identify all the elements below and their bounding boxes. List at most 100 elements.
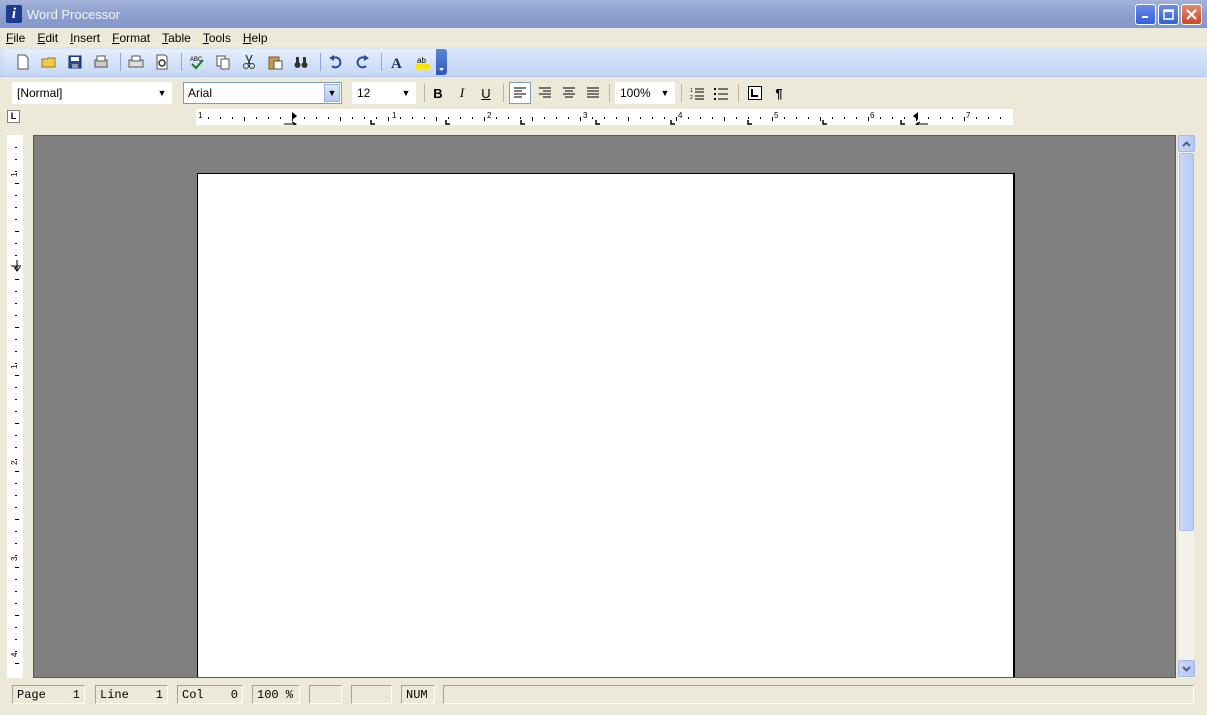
paste-button[interactable]	[264, 51, 286, 73]
horizontal-ruler[interactable]: 1 1 2 3 4 5 6 7	[196, 109, 1013, 125]
highlight-icon: ab	[416, 56, 430, 69]
maximize-icon	[1163, 9, 1174, 20]
scroll-down-button[interactable]	[1178, 660, 1195, 677]
ruler-tick	[412, 117, 413, 119]
ruler-number: 1	[392, 111, 397, 120]
font-button[interactable]: A	[386, 51, 408, 73]
right-margin-marker[interactable]	[914, 121, 928, 125]
align-center-button[interactable]	[558, 82, 580, 104]
tab-stop-marker[interactable]	[520, 120, 525, 125]
ruler-number: 6	[870, 111, 875, 120]
tab-type-selector[interactable]: L	[7, 110, 20, 123]
show-formatting-button[interactable]: ¶	[768, 82, 790, 104]
ruler-tick	[15, 375, 19, 376]
numbered-list-button[interactable]: 12	[686, 82, 708, 104]
ruler-tick	[928, 117, 929, 119]
undo-button[interactable]	[325, 51, 347, 73]
italic-button[interactable]: I	[451, 82, 473, 104]
ruler-tick	[328, 117, 329, 119]
numbered-list-icon: 12	[690, 88, 704, 100]
save-button[interactable]	[64, 51, 86, 73]
menu-table-label: able	[168, 30, 191, 45]
ruler-tick	[472, 117, 473, 119]
style-dropdown[interactable]: [Normal] ▼	[12, 82, 172, 104]
align-right-button[interactable]	[534, 82, 556, 104]
justify-button[interactable]	[582, 82, 604, 104]
menu-tools[interactable]: Tools	[203, 31, 231, 45]
ruler-tick	[376, 117, 377, 119]
spell-check-button[interactable]: ABC	[186, 51, 208, 73]
ruler-tick	[904, 117, 905, 119]
ruler-tick	[400, 117, 401, 119]
dropdown-arrow-icon: ▼	[660, 88, 670, 98]
ruler-tick	[15, 423, 19, 424]
copy-button[interactable]	[212, 51, 234, 73]
ruler-tick	[15, 471, 19, 472]
zoom-dropdown[interactable]: 100% ▼	[615, 82, 675, 104]
status-bar: Page 1 Line 1 Col 0 100 % NUM	[0, 683, 1207, 707]
minimize-button[interactable]	[1135, 4, 1156, 25]
tab-stop-marker[interactable]	[595, 120, 600, 125]
bold-button[interactable]: B	[427, 82, 449, 104]
tab-stop-marker[interactable]	[747, 120, 752, 125]
font-dropdown[interactable]: Arial ▼	[183, 82, 342, 104]
redo-button[interactable]	[351, 51, 373, 73]
print-preview-button[interactable]	[151, 51, 173, 73]
ruler-tick	[424, 117, 425, 119]
menu-table[interactable]: Table	[162, 31, 191, 45]
toolbar-separator	[609, 84, 610, 102]
toolbar-overflow-button[interactable]	[436, 49, 447, 75]
menu-edit[interactable]: Edit	[37, 31, 58, 45]
scrollbar-thumb[interactable]	[1179, 153, 1194, 531]
vertical-scrollbar[interactable]	[1177, 135, 1195, 678]
app-icon[interactable]: i	[6, 5, 22, 23]
left-indent-marker[interactable]	[292, 112, 297, 120]
document-page[interactable]	[197, 173, 1015, 677]
font-a-icon: A	[391, 56, 402, 70]
scroll-up-button[interactable]	[1178, 135, 1195, 152]
print-button[interactable]	[125, 51, 147, 73]
right-indent-marker[interactable]	[913, 112, 918, 120]
tab-stop-marker[interactable]	[370, 120, 375, 125]
cut-button[interactable]	[238, 51, 260, 73]
close-icon	[1186, 9, 1197, 20]
ruler-tick	[520, 117, 521, 119]
first-line-indent-marker[interactable]	[284, 121, 298, 125]
menu-help[interactable]: Help	[243, 31, 268, 45]
window-title: Word Processor	[27, 6, 120, 22]
vertical-ruler[interactable]: 1 1 2 3 4	[7, 135, 23, 678]
tab-stop-icon	[748, 86, 762, 100]
font-size-dropdown[interactable]: 12 ▼	[352, 82, 416, 104]
close-button[interactable]	[1181, 4, 1202, 25]
menu-format[interactable]: Format	[112, 31, 150, 45]
status-line-value: 1	[155, 687, 163, 702]
ruler-tick	[760, 117, 761, 119]
print-setup-button[interactable]	[90, 51, 112, 73]
highlight-button[interactable]: ab	[412, 51, 434, 73]
menu-bar: File Edit Insert Format Table Tools Help	[0, 28, 1207, 47]
tab-stop-marker[interactable]	[822, 120, 827, 125]
new-document-button[interactable]	[12, 51, 34, 73]
chevron-down-icon	[439, 68, 444, 71]
ruler-tick	[364, 117, 365, 119]
tab-stop-marker[interactable]	[445, 120, 450, 125]
status-pane-empty	[309, 685, 342, 704]
align-left-button[interactable]	[509, 82, 531, 104]
zoom-value: 100%	[620, 86, 651, 100]
open-button[interactable]	[38, 51, 60, 73]
ruler-tick	[244, 117, 245, 121]
find-button[interactable]	[290, 51, 312, 73]
ruler-tick	[208, 117, 209, 119]
underline-button[interactable]: U	[475, 82, 497, 104]
menu-insert[interactable]: Insert	[70, 31, 100, 45]
bullet-list-button[interactable]	[710, 82, 732, 104]
tab-stop-marker[interactable]	[670, 120, 675, 125]
align-right-icon	[538, 87, 551, 98]
ruler-tick	[808, 117, 809, 119]
menu-file[interactable]: File	[6, 31, 25, 45]
menu-edit-label: dit	[45, 30, 59, 45]
ruler-tick	[340, 117, 341, 121]
tab-stop-marker[interactable]	[900, 120, 905, 125]
maximize-button[interactable]	[1158, 4, 1179, 25]
tab-stop-button[interactable]	[744, 82, 766, 104]
